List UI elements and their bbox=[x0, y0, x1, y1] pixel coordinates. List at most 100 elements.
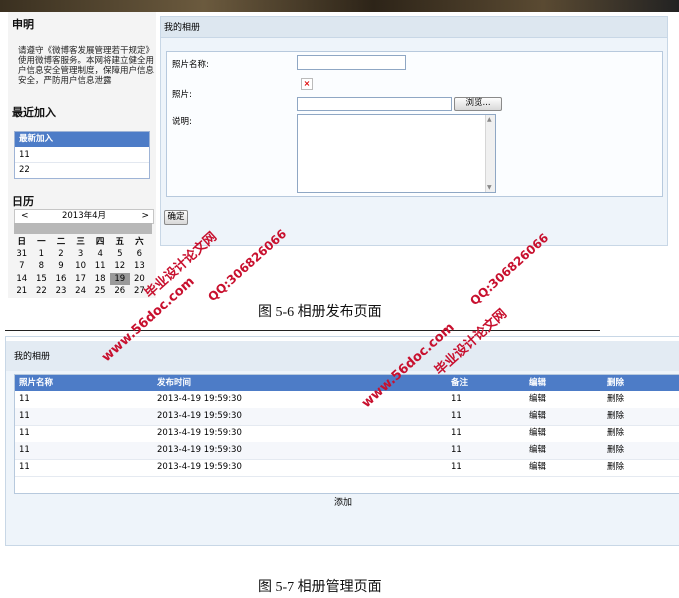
calendar-weekday: 二 bbox=[56, 237, 66, 247]
calendar-day[interactable]: 2 bbox=[51, 248, 71, 260]
calendar-day[interactable]: 1 bbox=[32, 248, 52, 260]
notice-title: 申明 bbox=[12, 19, 34, 31]
calendar-day[interactable]: 13 bbox=[130, 260, 150, 272]
edit-link[interactable]: 编辑 bbox=[529, 408, 546, 425]
calendar-weekday: 三 bbox=[76, 237, 85, 247]
calendar-day[interactable]: 12 bbox=[110, 260, 130, 272]
calendar-day[interactable]: 21 bbox=[12, 285, 32, 297]
calendar-day[interactable]: 8 bbox=[32, 260, 52, 272]
calendar-title: 日历 bbox=[12, 196, 34, 208]
cell-photo-name: 11 bbox=[19, 428, 30, 438]
column-header: 编辑 bbox=[529, 378, 547, 388]
calendar-grid: 日一二三四五六 31 1 2 3 4 5 6 7 8 9 10 11 12 13 14 15 16 17 18 19 20… bbox=[12, 236, 152, 298]
description-textarea[interactable]: ▲ ▼ bbox=[297, 114, 496, 193]
calendar-day[interactable]: 6 bbox=[130, 248, 150, 260]
edit-link[interactable]: 编辑 bbox=[529, 425, 546, 442]
panel-header-strip bbox=[6, 337, 679, 341]
cell-photo-name: 11 bbox=[19, 445, 30, 455]
scroll-up-icon: ▲ bbox=[487, 116, 492, 123]
figure-album-publish: 申明 请遵守《微博客发展管理若干规定》使用微博客服务。本网将建立健全用户信息安全… bbox=[0, 0, 679, 298]
file-path-input[interactable] bbox=[297, 97, 452, 111]
figure-caption-5-6: 图 5-6 相册发布页面 bbox=[258, 305, 382, 320]
table-body: 11 2013-4-19 19:59:30 11 编辑 删除 11 2013-4-19 19… bbox=[15, 391, 679, 491]
calendar-day[interactable]: 18 bbox=[90, 273, 110, 285]
cell-remark: 11 bbox=[451, 445, 462, 455]
column-header: 备注 bbox=[451, 378, 469, 388]
calendar-weekday: 四 bbox=[95, 237, 105, 247]
delete-link[interactable]: 删除 bbox=[607, 442, 624, 459]
edit-link[interactable]: 编辑 bbox=[529, 391, 546, 408]
broken-image-icon: × bbox=[301, 78, 313, 90]
cell-remark: 11 bbox=[451, 462, 462, 472]
calendar-weekday: 日 bbox=[17, 237, 27, 247]
cell-publish-time: 2013-4-19 19:59:30 bbox=[157, 428, 242, 438]
calendar-day[interactable]: 11 bbox=[90, 260, 110, 272]
upload-form: 照片名称: × 照片: 浏览... 说明: ▲ ▼ bbox=[166, 51, 663, 197]
table-row: 11 2013-4-19 19:59:30 11 编辑 删除 bbox=[15, 408, 679, 426]
calendar-day[interactable]: 7 bbox=[12, 260, 32, 272]
calendar-weekday: 一 bbox=[37, 237, 46, 247]
calendar-day[interactable]: 5 bbox=[110, 248, 130, 260]
site-header-banner bbox=[0, 0, 679, 12]
calendar-day[interactable]: 31 bbox=[12, 248, 32, 260]
calendar-day[interactable]: 9 bbox=[51, 260, 71, 272]
figure-album-manage: 我的相册 照片名称 发布时间 备注 编辑 删除 11 2013-4-19 19:5… bbox=[5, 336, 679, 546]
column-header: 发布时间 bbox=[157, 378, 192, 388]
photo-name-label: 照片名称: bbox=[172, 60, 209, 70]
photo-label: 照片: bbox=[172, 90, 192, 100]
scroll-down-icon: ▼ bbox=[487, 184, 492, 191]
calendar-day[interactable]: 24 bbox=[71, 285, 91, 297]
delete-link[interactable]: 删除 bbox=[607, 459, 624, 476]
table-row: 11 2013-4-19 19:59:30 11 编辑 删除 bbox=[15, 425, 679, 443]
calendar-day[interactable]: 3 bbox=[71, 248, 91, 260]
delete-link[interactable]: 删除 bbox=[607, 391, 624, 408]
calendar-day[interactable]: 26 bbox=[110, 285, 130, 297]
calendar-day[interactable]: 4 bbox=[90, 248, 110, 260]
calendar-day[interactable]: 15 bbox=[32, 273, 52, 285]
delete-link[interactable]: 删除 bbox=[607, 425, 624, 442]
calendar-day[interactable]: 23 bbox=[51, 285, 71, 297]
add-link[interactable]: 添加 bbox=[6, 495, 679, 508]
edit-link[interactable]: 编辑 bbox=[529, 459, 546, 476]
textarea-scrollbar[interactable]: ▲ ▼ bbox=[485, 115, 495, 192]
calendar-day-selected[interactable]: 19 bbox=[110, 272, 130, 285]
recent-item[interactable]: 11 bbox=[15, 148, 149, 163]
table-row: 11 2013-4-19 19:59:30 11 编辑 删除 bbox=[15, 391, 679, 409]
panel-title: 我的相册 bbox=[14, 352, 51, 362]
calendar-day[interactable]: 25 bbox=[90, 285, 110, 297]
confirm-button[interactable]: 确定 bbox=[164, 210, 188, 225]
calendar-day[interactable]: 14 bbox=[12, 273, 32, 285]
photo-name-input[interactable] bbox=[297, 55, 406, 70]
calendar-day[interactable]: 10 bbox=[71, 260, 91, 272]
calendar-next-button[interactable]: > bbox=[141, 210, 149, 223]
calendar-day[interactable]: 22 bbox=[32, 285, 52, 297]
cell-photo-name: 11 bbox=[19, 411, 30, 421]
delete-link[interactable]: 删除 bbox=[607, 408, 624, 425]
figure-caption-5-7: 图 5-7 相册管理页面 bbox=[258, 580, 382, 595]
recent-item[interactable]: 22 bbox=[15, 163, 149, 177]
calendar-nav: < 2013年4月 > bbox=[14, 209, 154, 224]
notice-text: 请遵守《微博客发展管理若干规定》使用微博客服务。本网将建立健全用户信息安全管理制… bbox=[18, 46, 155, 86]
panel-title: 我的相册 bbox=[161, 17, 667, 38]
calendar-day[interactable]: 16 bbox=[51, 273, 71, 285]
table-header-row: 照片名称 发布时间 备注 编辑 删除 bbox=[15, 375, 679, 391]
description-label: 说明: bbox=[172, 117, 192, 127]
cell-publish-time: 2013-4-19 19:59:30 bbox=[157, 462, 242, 472]
calendar-day[interactable]: 17 bbox=[71, 273, 91, 285]
recent-title: 最近加入 bbox=[12, 107, 56, 119]
divider-line bbox=[5, 330, 600, 331]
cell-publish-time: 2013-4-19 19:59:30 bbox=[157, 445, 242, 455]
column-header: 删除 bbox=[607, 378, 625, 388]
table-row: 11 2013-4-19 19:59:30 11 编辑 删除 bbox=[15, 459, 679, 477]
recent-list-header: 最新加入 bbox=[15, 132, 149, 147]
edit-link[interactable]: 编辑 bbox=[529, 442, 546, 459]
calendar-weekday: 五 bbox=[115, 237, 125, 247]
table-row: 11 2013-4-19 19:59:30 11 编辑 删除 bbox=[15, 442, 679, 460]
album-publish-panel: 我的相册 照片名称: × 照片: 浏览... 说明: ▲ ▼ 确定 bbox=[160, 16, 668, 246]
recent-list: 最新加入 11 22 bbox=[14, 131, 150, 179]
calendar-weekday: 六 bbox=[135, 237, 144, 247]
cell-photo-name: 11 bbox=[19, 394, 30, 404]
cell-remark: 11 bbox=[451, 394, 462, 404]
column-header: 照片名称 bbox=[19, 378, 54, 388]
browse-button[interactable]: 浏览... bbox=[454, 97, 502, 111]
